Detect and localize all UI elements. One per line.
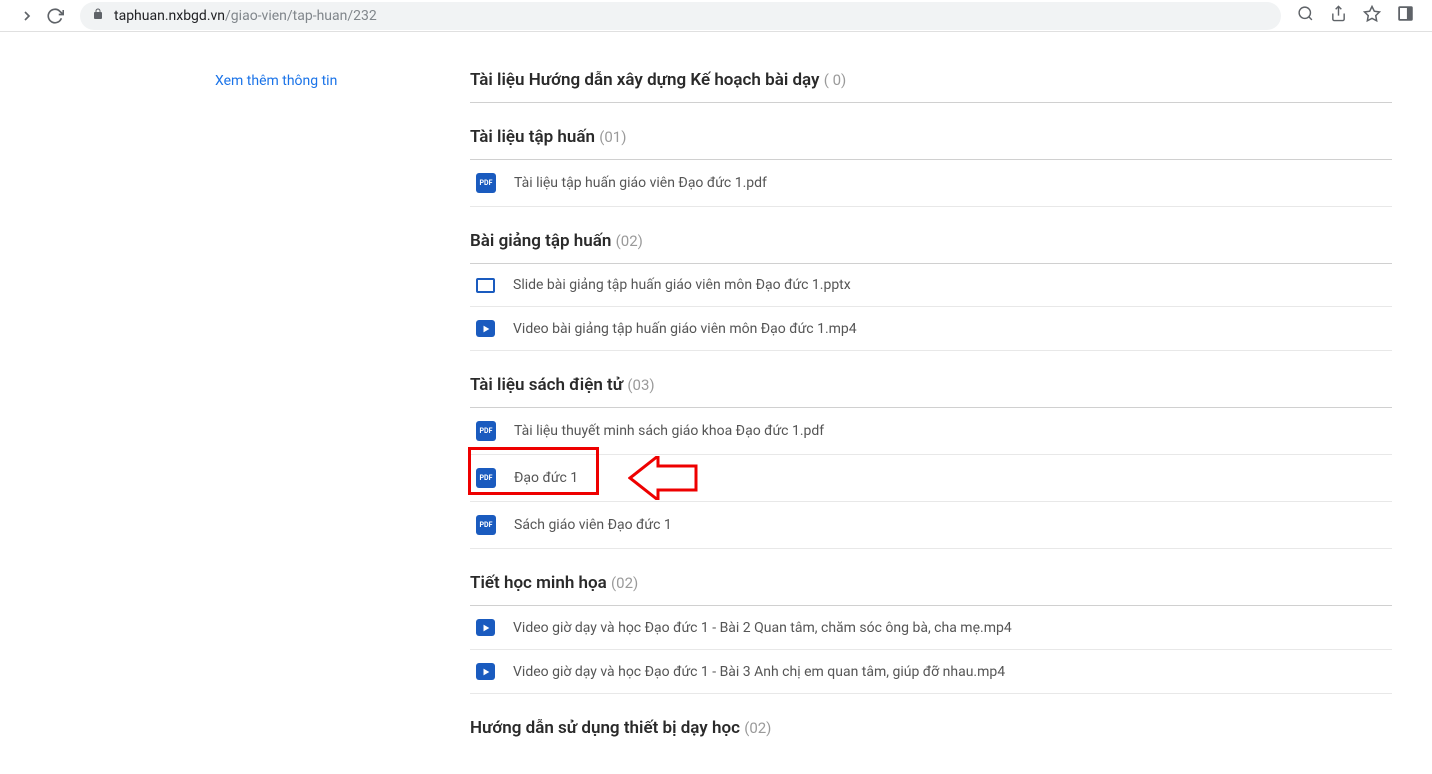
zoom-icon[interactable] (1297, 5, 1314, 26)
section-count: (03) (627, 376, 654, 394)
forward-button[interactable] (18, 7, 36, 25)
section-count: (02) (611, 574, 638, 592)
file-name: Video giờ dạy và học Đạo đức 1 - Bài 3 A… (513, 664, 1005, 680)
section-title-text: Tài liệu tập huấn (470, 127, 595, 147)
file-item[interactable]: PDF Tài liệu thuyết minh sách giáo khoa … (470, 408, 1392, 455)
address-bar[interactable]: taphuan.nxbgd.vn/giao-vien/tap-huan/232 (80, 2, 1281, 30)
pdf-icon: PDF (476, 468, 496, 488)
section-title-text: Hướng dẫn sử dụng thiết bị dạy học (470, 718, 740, 738)
lock-icon (92, 8, 106, 24)
section-tiet-hoc: Tiết học minh họa (02) Video giờ dạy và … (470, 573, 1392, 694)
panel-icon[interactable] (1397, 5, 1414, 26)
section-title: Tài liệu tập huấn (01) (470, 127, 1392, 160)
section-title-text: Tiết học minh họa (470, 573, 607, 593)
file-name: Video bài giảng tập huấn giáo viên môn Đ… (513, 321, 857, 337)
section-title: Tài liệu sách điện tử (03) (470, 375, 1392, 408)
section-sach-dien-tu: Tài liệu sách điện tử (03) PDF Tài liệu … (470, 375, 1392, 549)
pdf-icon: PDF (476, 421, 496, 441)
section-count: ( 0) (824, 71, 847, 89)
video-icon (476, 663, 495, 680)
section-tai-lieu-tap-huan: Tài liệu tập huấn (01) PDF Tài liệu tập … (470, 127, 1392, 207)
section-title: Bài giảng tập huấn (02) (470, 231, 1392, 264)
section-ke-hoach: Tài liệu Hướng dẫn xây dựng Kế hoạch bài… (470, 70, 1392, 103)
file-item[interactable]: Slide bài giảng tập huấn giáo viên môn Đ… (470, 264, 1392, 307)
url-domain: taphuan.nxbgd.vn (114, 8, 225, 24)
file-item[interactable]: Video giờ dạy và học Đạo đức 1 - Bài 3 A… (470, 650, 1392, 694)
section-title-text: Tài liệu Hướng dẫn xây dựng Kế hoạch bài… (470, 70, 820, 90)
video-icon (476, 619, 495, 636)
more-info-link[interactable]: Xem thêm thông tin (215, 73, 337, 89)
main-content: Tài liệu Hướng dẫn xây dựng Kế hoạch bài… (470, 70, 1432, 774)
file-name: Tài liệu tập huấn giáo viên Đạo đức 1.pd… (514, 175, 767, 191)
share-icon[interactable] (1330, 5, 1347, 26)
file-name: Tài liệu thuyết minh sách giáo khoa Đạo … (514, 423, 824, 439)
file-item[interactable]: Video giờ dạy và học Đạo đức 1 - Bài 2 Q… (470, 606, 1392, 650)
pptx-icon (476, 278, 495, 293)
section-bai-giang: Bài giảng tập huấn (02) Slide bài giảng … (470, 231, 1392, 351)
reload-button[interactable] (46, 7, 64, 25)
pdf-icon: PDF (476, 173, 496, 193)
file-item[interactable]: Video bài giảng tập huấn giáo viên môn Đ… (470, 307, 1392, 351)
section-title: Tài liệu Hướng dẫn xây dựng Kế hoạch bài… (470, 70, 1392, 103)
file-item[interactable]: PDF Tài liệu tập huấn giáo viên Đạo đức … (470, 160, 1392, 207)
section-title-text: Tài liệu sách điện tử (470, 375, 623, 395)
section-count: (01) (599, 128, 626, 146)
pdf-icon: PDF (476, 515, 496, 535)
section-count: (02) (744, 719, 771, 737)
sidebar: Xem thêm thông tin (0, 70, 470, 774)
section-count: (02) (616, 232, 643, 250)
file-item[interactable]: PDF Sách giáo viên Đạo đức 1 (470, 502, 1392, 549)
page-content: Xem thêm thông tin Tài liệu Hướng dẫn xâ… (0, 32, 1432, 774)
browser-toolbar: taphuan.nxbgd.vn/giao-vien/tap-huan/232 (0, 0, 1432, 32)
file-name: Sách giáo viên Đạo đức 1 (514, 517, 672, 533)
url-path: /giao-vien/tap-huan/232 (225, 8, 377, 24)
video-icon (476, 320, 495, 337)
bookmark-icon[interactable] (1363, 5, 1381, 27)
section-title-text: Bài giảng tập huấn (470, 231, 611, 251)
section-title: Tiết học minh họa (02) (470, 573, 1392, 606)
file-name: Video giờ dạy và học Đạo đức 1 - Bài 2 Q… (513, 620, 1012, 636)
file-name: Đạo đức 1 (514, 470, 578, 486)
file-name: Slide bài giảng tập huấn giáo viên môn Đ… (513, 277, 851, 293)
file-item-highlighted[interactable]: PDF Đạo đức 1 (470, 455, 1392, 502)
browser-right-icons (1297, 5, 1414, 27)
